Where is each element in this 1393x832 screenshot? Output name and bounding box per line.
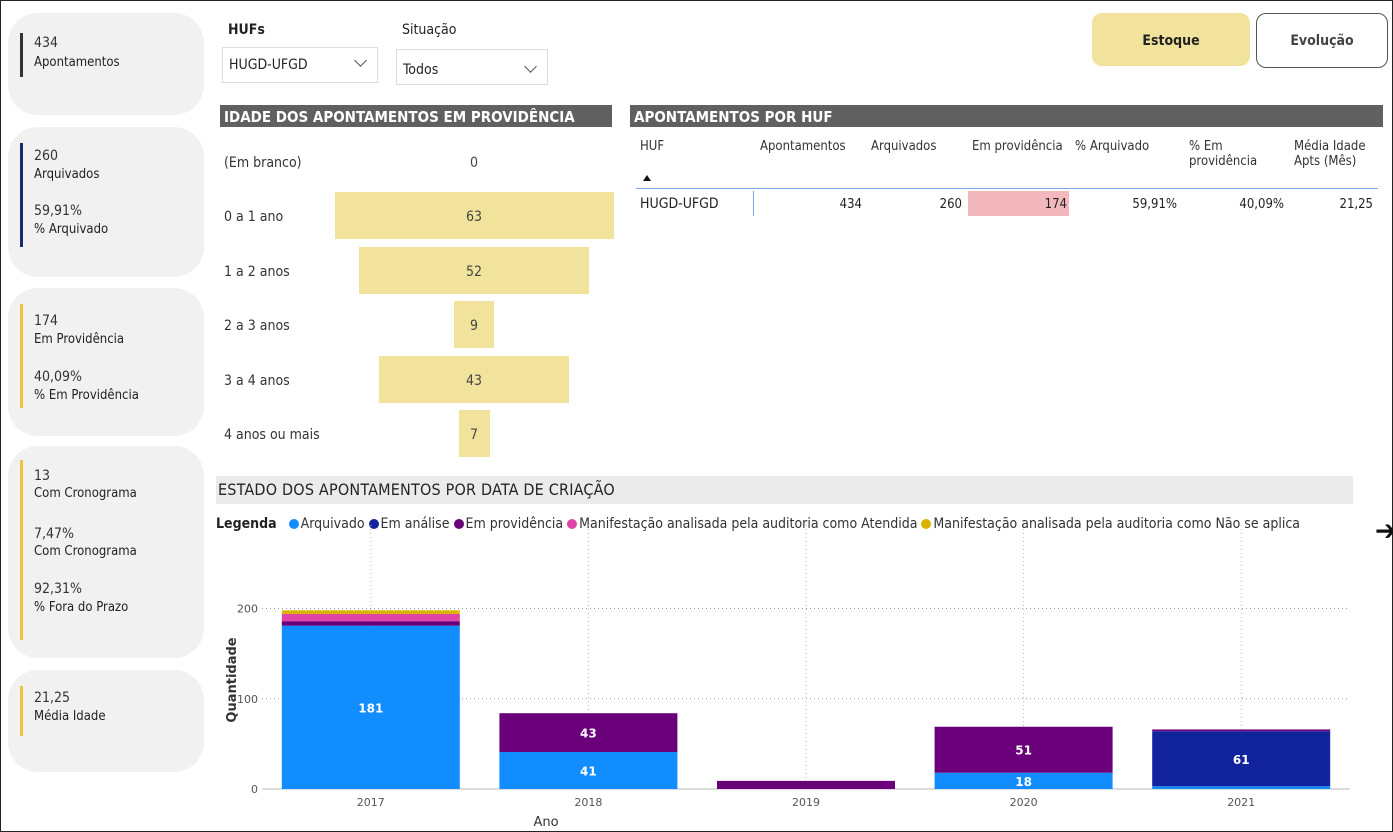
table-header-cell[interactable]: HUF xyxy=(640,139,740,154)
age-bar-value: 7 xyxy=(469,427,478,443)
chevron-down-icon xyxy=(354,54,367,67)
kpi-value: 92,31% xyxy=(34,581,83,597)
kpi-label: Arquivados xyxy=(34,167,100,182)
estoque-button[interactable]: Estoque xyxy=(1092,13,1250,66)
kpi-label: Em Providência xyxy=(34,332,125,347)
legend-item[interactable]: Em análise xyxy=(365,516,450,532)
age-bar-value: 9 xyxy=(469,318,478,335)
huf-table-title: APONTAMENTOS POR HUF xyxy=(630,105,1383,127)
legend-label: Arquivado xyxy=(300,516,365,532)
kpi-value: 40,09% xyxy=(34,369,83,385)
legend-dot-icon xyxy=(567,519,578,529)
legend-label: Em análise xyxy=(380,516,450,532)
situacao-filter-label: Situação xyxy=(402,22,457,38)
table-cell[interactable]: 174 xyxy=(967,197,1067,212)
age-row-label: 4 anos ou mais xyxy=(224,427,320,443)
kpi-value: 59,91% xyxy=(34,203,83,219)
table-cell[interactable]: 434 xyxy=(762,197,862,212)
kpi-accent-bar xyxy=(20,143,23,247)
kpi-label: % Fora do Prazo xyxy=(34,600,129,615)
age-row-label: (Em branco) xyxy=(224,155,302,171)
age-bar-value: 43 xyxy=(465,372,483,389)
kpi-label: Com Cronograma xyxy=(34,544,137,559)
kpi-accent-bar xyxy=(20,686,23,736)
kpi-value: 7,47% xyxy=(34,526,75,542)
legend-dot-icon xyxy=(453,519,464,529)
table-cell[interactable]: 260 xyxy=(862,197,962,212)
age-bar-value: 0 xyxy=(469,155,478,171)
table-cell[interactable]: 40,09% xyxy=(1184,197,1284,212)
legend-item[interactable]: Em providência xyxy=(450,516,564,532)
situacao-dropdown-value: Todos xyxy=(403,62,439,78)
kpi-card-media-idade: 21,25 Média Idade xyxy=(8,670,204,772)
legend-label: Manifestação analisada pela auditoria co… xyxy=(933,516,1300,532)
chevron-down-icon xyxy=(524,60,537,73)
table-cell[interactable]: 21,25 xyxy=(1273,197,1373,212)
table-header-divider xyxy=(636,188,1378,189)
sort-ascending-icon[interactable] xyxy=(643,175,651,181)
kpi-label: Média Idade xyxy=(34,709,106,724)
table-header-cell[interactable]: % Arquivado xyxy=(1075,139,1175,154)
legend-item[interactable]: Manifestação analisada pela auditoria co… xyxy=(563,516,917,532)
hufs-dropdown-value: HUGD-UFGD xyxy=(229,57,308,73)
table-header-cell[interactable]: Em providência xyxy=(972,139,1072,154)
table-cell[interactable]: 59,91% xyxy=(1077,197,1177,212)
kpi-value: 434 xyxy=(34,35,59,51)
age-row-label: 2 a 3 anos xyxy=(224,318,290,335)
kpi-value: 260 xyxy=(34,148,59,164)
kpi-value: 13 xyxy=(34,468,51,484)
kpi-label: Com Cronograma xyxy=(34,486,137,501)
age-section-title: IDADE DOS APONTAMENTOS EM PROVIDÊNCIA xyxy=(220,105,612,127)
table-cell[interactable]: HUGD-UFGD xyxy=(640,196,719,212)
table-header-cell[interactable]: Arquivados xyxy=(871,139,971,154)
kpi-accent-bar xyxy=(20,33,23,77)
legend-label: Em providência xyxy=(465,516,564,532)
age-row-label: 3 a 4 anos xyxy=(224,372,290,389)
legend-dot-icon xyxy=(368,519,379,529)
kpi-card-em-providencia: 174 Em Providência 40,09% % Em Providênc… xyxy=(8,288,204,436)
next-arrow-icon[interactable]: ➔ xyxy=(1375,516,1393,546)
legend-label: Manifestação analisada pela auditoria co… xyxy=(579,516,918,532)
kpi-card-arquivados: 260 Arquivados 59,91% % Arquivado xyxy=(8,127,204,277)
age-row-label: 1 a 2 anos xyxy=(224,263,290,280)
hufs-dropdown[interactable]: HUGD-UFGD xyxy=(222,47,378,83)
table-header-cell[interactable]: Média Idade Apts (Mês) xyxy=(1294,139,1384,169)
hufs-filter-label: HUFs xyxy=(228,22,265,38)
kpi-label: % Em Providência xyxy=(34,388,139,403)
legend-item[interactable]: Arquivado xyxy=(285,516,365,532)
age-bar-value: 63 xyxy=(465,209,483,226)
age-bar-value: 52 xyxy=(465,263,483,280)
chart-legend: Legenda Arquivado Em análise Em providênci… xyxy=(216,516,1300,532)
chart-title: ESTADO DOS APONTAMENTOS POR DATA DE CRIA… xyxy=(216,476,1353,504)
legend-dot-icon xyxy=(288,519,299,529)
table-header-cell[interactable]: Apontamentos xyxy=(760,139,870,154)
kpi-label: % Arquivado xyxy=(34,222,109,237)
column-separator xyxy=(753,191,754,216)
legend-title: Legenda xyxy=(216,516,277,532)
kpi-label: Apontamentos xyxy=(34,55,120,70)
kpi-accent-bar xyxy=(20,304,23,408)
situacao-dropdown[interactable]: Todos xyxy=(396,49,548,85)
kpi-accent-bar xyxy=(20,460,23,640)
kpi-card-cronograma: 13 Com Cronograma 7,47% Com Cronograma 9… xyxy=(8,446,204,658)
kpi-card-apontamentos: 434 Apontamentos xyxy=(8,13,204,115)
kpi-value: 21,25 xyxy=(34,690,71,706)
kpi-value: 174 xyxy=(34,313,59,329)
legend-dot-icon xyxy=(921,519,932,529)
evolucao-button[interactable]: Evolução xyxy=(1256,13,1388,68)
legend-item[interactable]: Manifestação analisada pela auditoria co… xyxy=(917,516,1300,532)
table-header-cell[interactable]: % Em providência xyxy=(1189,139,1289,169)
age-row-label: 0 a 1 ano xyxy=(224,209,284,226)
